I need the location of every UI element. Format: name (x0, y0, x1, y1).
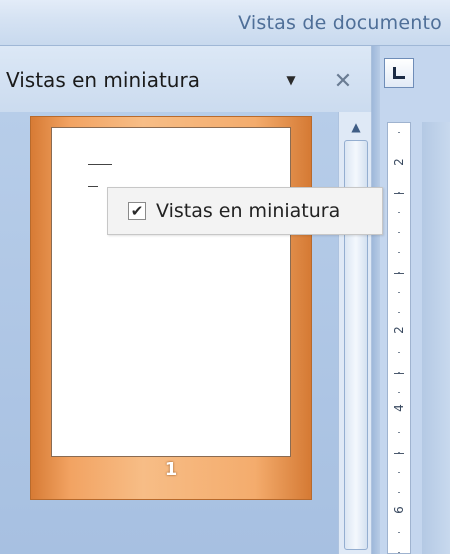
ruler-major-tick (394, 273, 404, 274)
view-mode-label: Vistas en miniatura (6, 68, 200, 92)
ruler-major-tick (394, 453, 404, 454)
ruler-column: 2 2 4 6 (380, 46, 450, 554)
ruler-major-tick (394, 373, 404, 374)
chevron-down-icon[interactable]: ▼ (278, 67, 304, 93)
check-icon: ✔ (130, 201, 144, 220)
ruler-number: 2 (392, 319, 406, 341)
preview-text-line (88, 164, 112, 165)
view-mode-dropdown[interactable]: Vistas en miniatura ▼ (0, 64, 310, 96)
ruler-number: 6 (392, 499, 406, 521)
ruler-major-tick (394, 193, 404, 194)
document-area-edge (422, 122, 450, 554)
thumbnail-page-preview (51, 127, 291, 457)
ruler-number: 2 (392, 151, 406, 173)
vertical-ruler[interactable]: 2 2 4 6 (387, 122, 411, 554)
thumbnail-scrollbar[interactable]: ▲ (338, 112, 372, 554)
thumbnail-pane: 1 (0, 112, 338, 554)
ribbon-group-strip: Vistas de documento (0, 0, 450, 46)
left-tab-icon (393, 67, 405, 79)
scroll-up-arrow-icon[interactable]: ▲ (343, 116, 369, 138)
close-icon[interactable]: ✕ (328, 66, 358, 96)
checkbox[interactable]: ✔ (128, 202, 146, 220)
ribbon-group-label: Vistas de documento (238, 12, 442, 34)
page-number: 1 (164, 459, 178, 480)
preview-text-line (88, 186, 98, 187)
pane-splitter[interactable] (372, 46, 380, 554)
ruler-number: 4 (392, 397, 406, 419)
pane-header: Vistas en miniatura ▼ ✕ (0, 46, 372, 112)
thumbnails-menu-item[interactable]: ✔ Vistas en miniatura (107, 187, 383, 235)
menu-item-label: Vistas en miniatura (156, 200, 341, 222)
page-thumbnail[interactable]: 1 (30, 116, 312, 500)
tab-selector-button[interactable] (384, 58, 414, 88)
